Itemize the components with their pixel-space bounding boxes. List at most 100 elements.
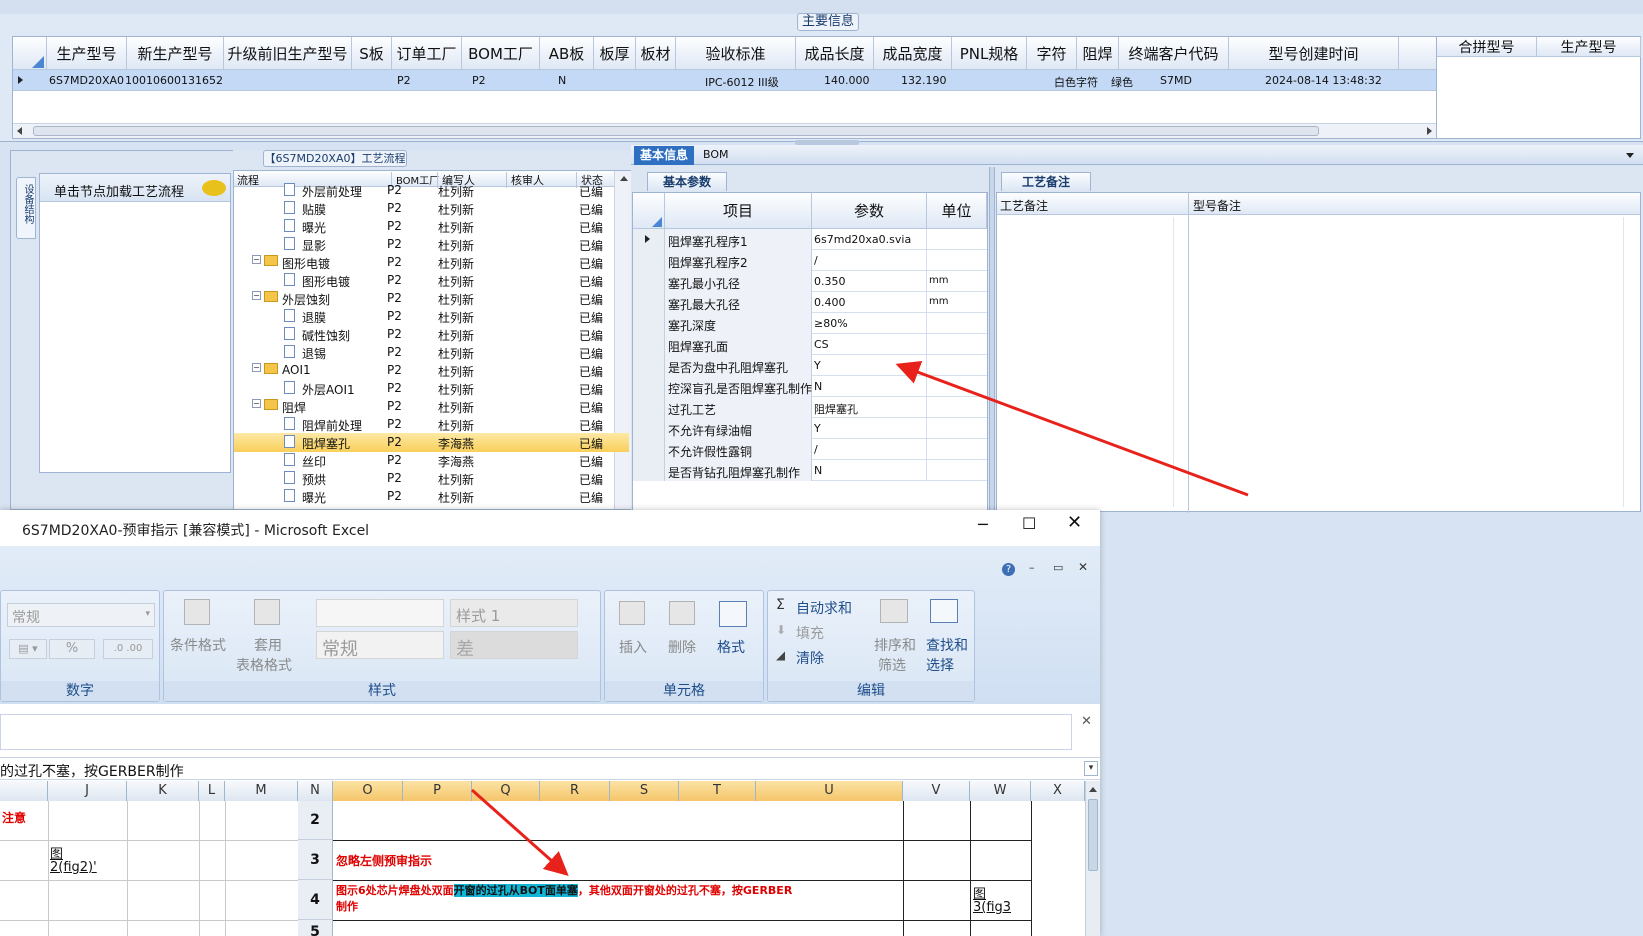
collapse-icon[interactable]: − xyxy=(252,291,261,300)
param-row[interactable]: 是否为盘中孔阻焊塞孔 Y xyxy=(633,355,987,376)
delete-button[interactable]: 删除 xyxy=(668,637,696,657)
flow-row[interactable]: 外层AOI1 P2 杜列新 已编 xyxy=(234,379,629,398)
ribbon-close-icon[interactable]: ✕ xyxy=(1078,560,1088,574)
flow-row[interactable]: 丝印 P2 李海燕 已编 xyxy=(234,451,629,470)
param-row[interactable]: 塞孔最大孔径 0.400 mm xyxy=(633,292,987,313)
format-button[interactable]: 格式 xyxy=(717,637,745,657)
clear-button[interactable]: 清除 xyxy=(796,648,824,668)
remarks-col-process[interactable]: 工艺备注 xyxy=(1000,197,1048,214)
params-corner[interactable] xyxy=(633,193,665,229)
main-col-header[interactable]: 阻焊 xyxy=(1077,37,1119,70)
param-row[interactable]: 过孔工艺 阻焊塞孔 xyxy=(633,397,987,418)
merge-col-model[interactable]: 生产型号 xyxy=(1537,37,1641,57)
remarks-tab[interactable]: 工艺备注 xyxy=(1001,172,1091,191)
dropdown-chevron-icon[interactable] xyxy=(1626,153,1634,158)
param-row[interactable]: 不允许假性露铜 / xyxy=(633,439,987,460)
params-splitter[interactable] xyxy=(989,167,995,512)
col-header[interactable]: K xyxy=(127,781,199,801)
formula-expand-icon[interactable]: ▾ xyxy=(1084,761,1098,776)
sheet-vscrollbar[interactable] xyxy=(1085,781,1100,936)
cell-i2-note[interactable]: 注意 xyxy=(2,809,26,826)
row-header-2[interactable]: 2 xyxy=(298,801,333,840)
col-header[interactable]: W xyxy=(970,781,1031,801)
params-subtab[interactable]: 基本参数 xyxy=(647,172,727,191)
decimal-buttons[interactable]: .0 .00 xyxy=(103,639,153,659)
col-header[interactable]: J xyxy=(48,781,127,801)
col-header[interactable]: R xyxy=(540,781,610,801)
col-header[interactable]: T xyxy=(679,781,756,801)
comment-pane[interactable]: ✕ xyxy=(0,704,1100,758)
help-icon[interactable]: ? xyxy=(1002,563,1015,576)
flow-row[interactable]: 退膜 P2 杜列新 已编 xyxy=(234,307,629,326)
cell-o3[interactable]: 忽略左侧预审指示 xyxy=(336,852,432,869)
tab-basic-info[interactable]: 基本信息 xyxy=(634,146,694,165)
main-col-header[interactable]: 字符 xyxy=(1027,37,1077,70)
main-col-header[interactable]: 板材 xyxy=(636,37,676,70)
flow-row[interactable]: 预烘 P2 杜列新 已编 xyxy=(234,469,629,488)
maximize-icon[interactable]: ☐ xyxy=(1022,514,1036,533)
main-col-header[interactable]: 新生产型号 xyxy=(127,37,224,70)
row-header-3[interactable]: 3 xyxy=(298,840,333,880)
main-col-header[interactable]: 成品长度 xyxy=(796,37,874,70)
row-header-4[interactable]: 4 xyxy=(298,880,333,920)
main-col-header[interactable]: 型号创建时间 xyxy=(1229,37,1399,70)
col-header[interactable]: X xyxy=(1031,781,1085,801)
sort-button-1[interactable]: 排序和 xyxy=(874,635,916,655)
main-col-header[interactable]: 升级前旧生产型号 xyxy=(224,37,352,70)
col-header[interactable]: V xyxy=(903,781,970,801)
insert-button[interactable]: 插入 xyxy=(619,637,647,657)
remarks-vscroll-right[interactable] xyxy=(1623,217,1637,507)
col-header[interactable]: P xyxy=(403,781,472,801)
flow-row[interactable]: 阻焊前处理 P2 杜列新 已编 xyxy=(234,415,629,434)
col-header[interactable]: L xyxy=(199,781,225,801)
autosum-button[interactable]: 自动求和 xyxy=(796,598,852,618)
main-col-header[interactable]: AB板 xyxy=(540,37,594,70)
collapse-icon[interactable]: − xyxy=(252,399,261,408)
cell-o4[interactable]: 图示6处芯片焊盘处双面开窗的过孔从BOT面单塞，其他双面开窗处的过孔不塞，按GE… xyxy=(336,883,901,919)
param-row[interactable]: 不允许有绿油帽 Y xyxy=(633,418,987,439)
params-col-value[interactable]: 参数 xyxy=(812,193,927,229)
remarks-vscroll-left[interactable] xyxy=(1173,217,1187,507)
col-header[interactable]: M xyxy=(225,781,298,801)
row-header-5[interactable]: 5 xyxy=(298,920,333,936)
side-vertical-tab[interactable]: 设备结构 xyxy=(16,177,36,239)
cell-j3-fig-link[interactable]: 2(fig2)' xyxy=(50,860,97,875)
col-header[interactable]: O xyxy=(333,781,403,801)
flow-row[interactable]: 贴膜 P2 杜列新 已编 xyxy=(234,199,629,218)
formula-bar[interactable]: 的过孔不塞，按GERBER制作 ▾ xyxy=(0,758,1100,780)
close-icon[interactable]: ✕ xyxy=(1067,512,1082,533)
main-col-header[interactable]: 终端客户代码 xyxy=(1119,37,1229,70)
collapse-icon[interactable]: − xyxy=(252,255,261,264)
flow-row[interactable]: 曝光 P2 杜列新 已编 xyxy=(234,487,629,506)
remarks-col-model[interactable]: 型号备注 xyxy=(1193,197,1241,214)
main-col-header[interactable]: 板厚 xyxy=(594,37,636,70)
flow-row[interactable]: − AOI1 P2 杜列新 已编 xyxy=(234,361,629,380)
col-header[interactable]: N xyxy=(298,781,333,801)
cond-format-button[interactable]: 条件格式 xyxy=(170,635,226,655)
ribbon-restore-icon[interactable]: ▭ xyxy=(1053,561,1063,574)
find-button-2[interactable]: 选择 xyxy=(926,655,954,675)
main-col-header[interactable]: PNL规格 xyxy=(952,37,1027,70)
sheet-scroll-thumb[interactable] xyxy=(1088,799,1098,871)
flow-row[interactable]: 图形电镀 P2 杜列新 已编 xyxy=(234,271,629,290)
flow-row[interactable]: 阻焊塞孔 P2 李海燕 已编 xyxy=(234,433,629,452)
params-col-item[interactable]: 项目 xyxy=(665,193,812,229)
main-grid-scroll-thumb[interactable] xyxy=(33,126,1319,136)
param-row[interactable]: 阻焊塞孔程序1 6s7md20xa0.svia xyxy=(633,229,987,250)
merge-col-header[interactable]: 合拼型号 xyxy=(1437,37,1537,57)
grid-corner[interactable] xyxy=(13,37,47,70)
col-header[interactable]: S xyxy=(610,781,679,801)
param-row[interactable]: 阻焊塞孔面 CS xyxy=(633,334,987,355)
main-info-row[interactable]: 6S7MD20XA0 10010600131652 P2 P2 N IPC-60… xyxy=(13,70,1438,91)
col-header[interactable]: U xyxy=(756,781,903,801)
cell-w4-fig-link[interactable]: 3(fig3 xyxy=(973,900,1011,915)
param-row[interactable]: 塞孔最小孔径 0.350 mm xyxy=(633,271,987,292)
param-row[interactable]: 控深盲孔是否阻焊塞孔制作 N xyxy=(633,376,987,397)
main-col-header[interactable]: S板 xyxy=(352,37,392,70)
flow-row[interactable]: 显影 P2 杜列新 已编 xyxy=(234,235,629,254)
find-button-1[interactable]: 查找和 xyxy=(926,635,968,655)
flow-row[interactable]: − 阻焊 P2 杜列新 已编 xyxy=(234,397,629,416)
ribbon-min-icon[interactable]: – xyxy=(1029,561,1035,574)
param-row[interactable]: 阻焊塞孔程序2 / xyxy=(633,250,987,271)
chat-bubble-icon[interactable] xyxy=(202,180,226,196)
